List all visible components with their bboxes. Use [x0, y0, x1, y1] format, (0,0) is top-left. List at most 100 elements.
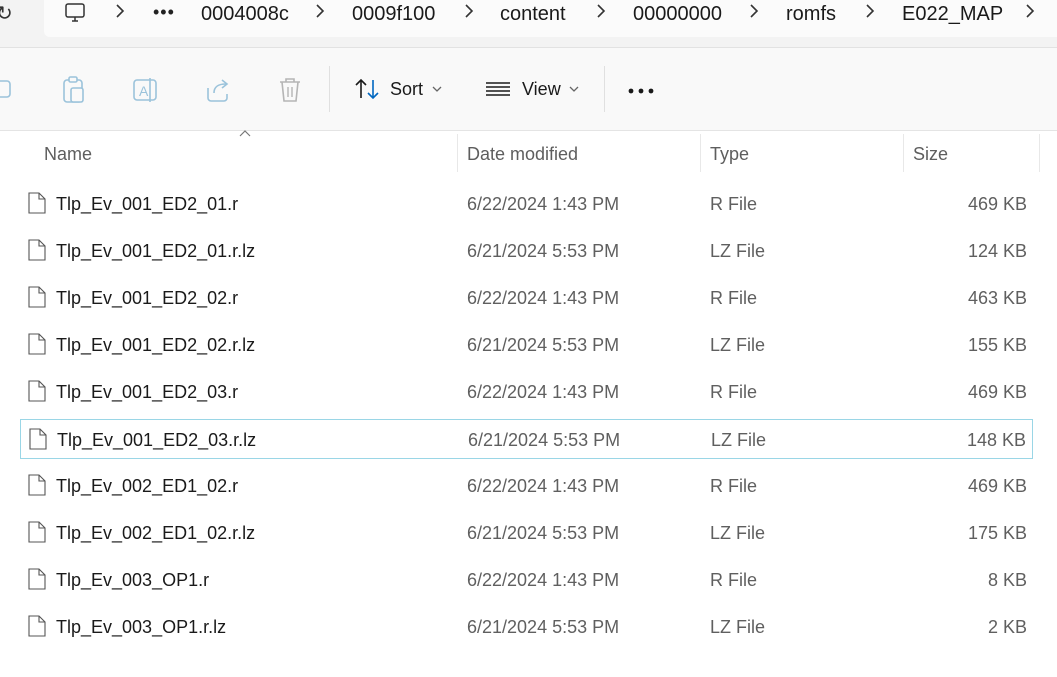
file-row[interactable]: Tlp_Ev_003_OP1.r.lz 6/21/2024 5:53 PM LZ F… — [20, 607, 1033, 647]
sort-ascending-indicator-icon — [239, 130, 251, 137]
chevron-down-icon — [432, 86, 442, 92]
file-type: R File — [710, 194, 758, 214]
view-label: View — [522, 79, 561, 99]
file-icon — [28, 192, 46, 214]
file-name: Tlp_Ev_001_ED2_02.r — [56, 288, 239, 308]
file-row[interactable]: Tlp_Ev_003_OP1.r 6/22/2024 1:43 PM R File 8… — [20, 560, 1033, 600]
file-icon — [28, 380, 46, 402]
breadcrumb-overflow-button[interactable]: ••• — [153, 2, 175, 23]
file-name: Tlp_Ev_002_ED1_02.r.lz — [56, 523, 256, 543]
column-header-name[interactable]: Name — [44, 144, 92, 165]
file-date-modified: 6/22/2024 1:43 PM — [467, 288, 620, 308]
file-name: Tlp_Ev_003_OP1.r.lz — [56, 617, 227, 637]
column-header-size[interactable]: Size — [913, 144, 948, 165]
breadcrumb-item[interactable]: 0009f100 — [352, 3, 435, 26]
chevron-right-icon[interactable] — [1024, 4, 1036, 18]
column-divider[interactable] — [457, 134, 458, 172]
file-row[interactable]: Tlp_Ev_001_ED2_03.r.lz 6/21/2024 5:53 PM L… — [20, 419, 1033, 459]
view-button[interactable]: View — [480, 66, 590, 112]
command-bar: A Sort View — [0, 48, 1057, 131]
file-size: 148 KB — [966, 430, 1026, 450]
file-icon — [28, 286, 46, 308]
copy-icon[interactable] — [0, 77, 14, 101]
file-name: Tlp_Ev_001_ED2_01.r.lz — [56, 241, 256, 261]
sort-icon — [355, 78, 379, 100]
file-row[interactable]: Tlp_Ev_001_ED2_01.r 6/22/2024 1:43 PM R Fi… — [20, 184, 1033, 224]
file-icon — [28, 615, 46, 637]
svg-text:A: A — [139, 83, 149, 99]
file-size: 469 KB — [967, 382, 1027, 402]
file-icon — [28, 239, 46, 261]
refresh-icon[interactable]: ↻ — [0, 1, 13, 26]
share-icon[interactable] — [204, 76, 232, 104]
address-bar-region: ↻ ••• 0004008c 0009f100 content 00000000… — [0, 0, 1057, 48]
toolbar-separator — [604, 66, 605, 112]
file-date-modified: 6/22/2024 1:43 PM — [467, 570, 620, 590]
chevron-right-icon[interactable] — [595, 4, 607, 18]
file-type: R File — [710, 476, 758, 496]
toolbar-separator — [329, 66, 330, 112]
column-divider[interactable] — [1039, 134, 1040, 172]
file-date-modified: 6/21/2024 5:53 PM — [467, 523, 620, 543]
file-type: R File — [710, 570, 758, 590]
column-header-date-modified[interactable]: Date modified — [467, 144, 578, 165]
file-size: 463 KB — [967, 288, 1027, 308]
file-size: 469 KB — [967, 476, 1027, 496]
chevron-down-icon — [569, 86, 579, 92]
column-divider[interactable] — [903, 134, 904, 172]
chevron-right-icon[interactable] — [864, 4, 876, 18]
file-date-modified: 6/21/2024 5:53 PM — [467, 617, 620, 637]
breadcrumb-item[interactable]: romfs — [786, 3, 836, 26]
file-type: LZ File — [710, 617, 766, 637]
chevron-right-icon — [116, 4, 125, 18]
file-size: 155 KB — [967, 335, 1027, 355]
breadcrumb-item[interactable]: 0004008c — [201, 3, 289, 26]
column-header-type[interactable]: Type — [710, 144, 749, 165]
file-name: Tlp_Ev_002_ED1_02.r — [56, 476, 239, 496]
file-size: 2 KB — [987, 617, 1027, 637]
chevron-right-icon[interactable] — [463, 4, 475, 18]
breadcrumb-item[interactable]: E022_MAP — [902, 3, 1003, 26]
file-size: 8 KB — [987, 570, 1027, 590]
file-row[interactable]: Tlp_Ev_001_ED2_02.r 6/22/2024 1:43 PM R Fi… — [20, 278, 1033, 318]
rename-icon[interactable]: A — [132, 76, 160, 104]
file-row[interactable]: Tlp_Ev_001_ED2_03.r 6/22/2024 1:43 PM R Fi… — [20, 372, 1033, 412]
file-icon — [29, 428, 47, 450]
file-row[interactable]: Tlp_Ev_001_ED2_01.r.lz 6/21/2024 5:53 PM L… — [20, 231, 1033, 271]
delete-icon[interactable] — [277, 76, 303, 104]
paste-icon[interactable] — [61, 76, 87, 104]
file-type: R File — [710, 382, 758, 402]
file-name: Tlp_Ev_001_ED2_03.r — [56, 382, 239, 402]
file-type: LZ File — [710, 241, 766, 261]
file-name: Tlp_Ev_003_OP1.r — [56, 570, 210, 590]
file-icon — [28, 333, 46, 355]
file-type: LZ File — [710, 335, 766, 355]
view-details-icon — [486, 82, 510, 96]
file-type: LZ File — [710, 523, 766, 543]
file-name: Tlp_Ev_001_ED2_01.r — [56, 194, 239, 214]
chevron-right-icon[interactable] — [314, 4, 326, 18]
file-date-modified: 6/21/2024 5:53 PM — [467, 241, 620, 261]
column-divider[interactable] — [700, 134, 701, 172]
breadcrumb-item[interactable]: content — [500, 3, 566, 26]
file-row[interactable]: Tlp_Ev_002_ED1_02.r 6/22/2024 1:43 PM R Fi… — [20, 466, 1033, 506]
file-size: 124 KB — [967, 241, 1027, 261]
file-row[interactable]: Tlp_Ev_001_ED2_02.r.lz 6/21/2024 5:53 PM L… — [20, 325, 1033, 365]
file-name: Tlp_Ev_001_ED2_02.r.lz — [56, 335, 256, 355]
file-date-modified: 6/21/2024 5:53 PM — [467, 335, 620, 355]
file-size: 469 KB — [967, 194, 1027, 214]
file-type: R File — [710, 288, 758, 308]
file-icon — [28, 521, 46, 543]
more-options-icon[interactable] — [628, 88, 656, 94]
file-name: Tlp_Ev_001_ED2_03.r.lz — [57, 430, 257, 450]
file-icon — [28, 474, 46, 496]
file-row[interactable]: Tlp_Ev_002_ED1_02.r.lz 6/21/2024 5:53 PM L… — [20, 513, 1033, 553]
chevron-right-icon[interactable] — [748, 4, 760, 18]
this-pc-icon[interactable] — [64, 2, 86, 24]
file-date-modified: 6/22/2024 1:43 PM — [467, 194, 620, 214]
file-date-modified: 6/22/2024 1:43 PM — [467, 476, 620, 496]
file-size: 175 KB — [967, 523, 1027, 543]
file-icon — [28, 568, 46, 590]
sort-button[interactable]: Sort — [350, 66, 450, 112]
breadcrumb-item[interactable]: 00000000 — [633, 3, 722, 26]
